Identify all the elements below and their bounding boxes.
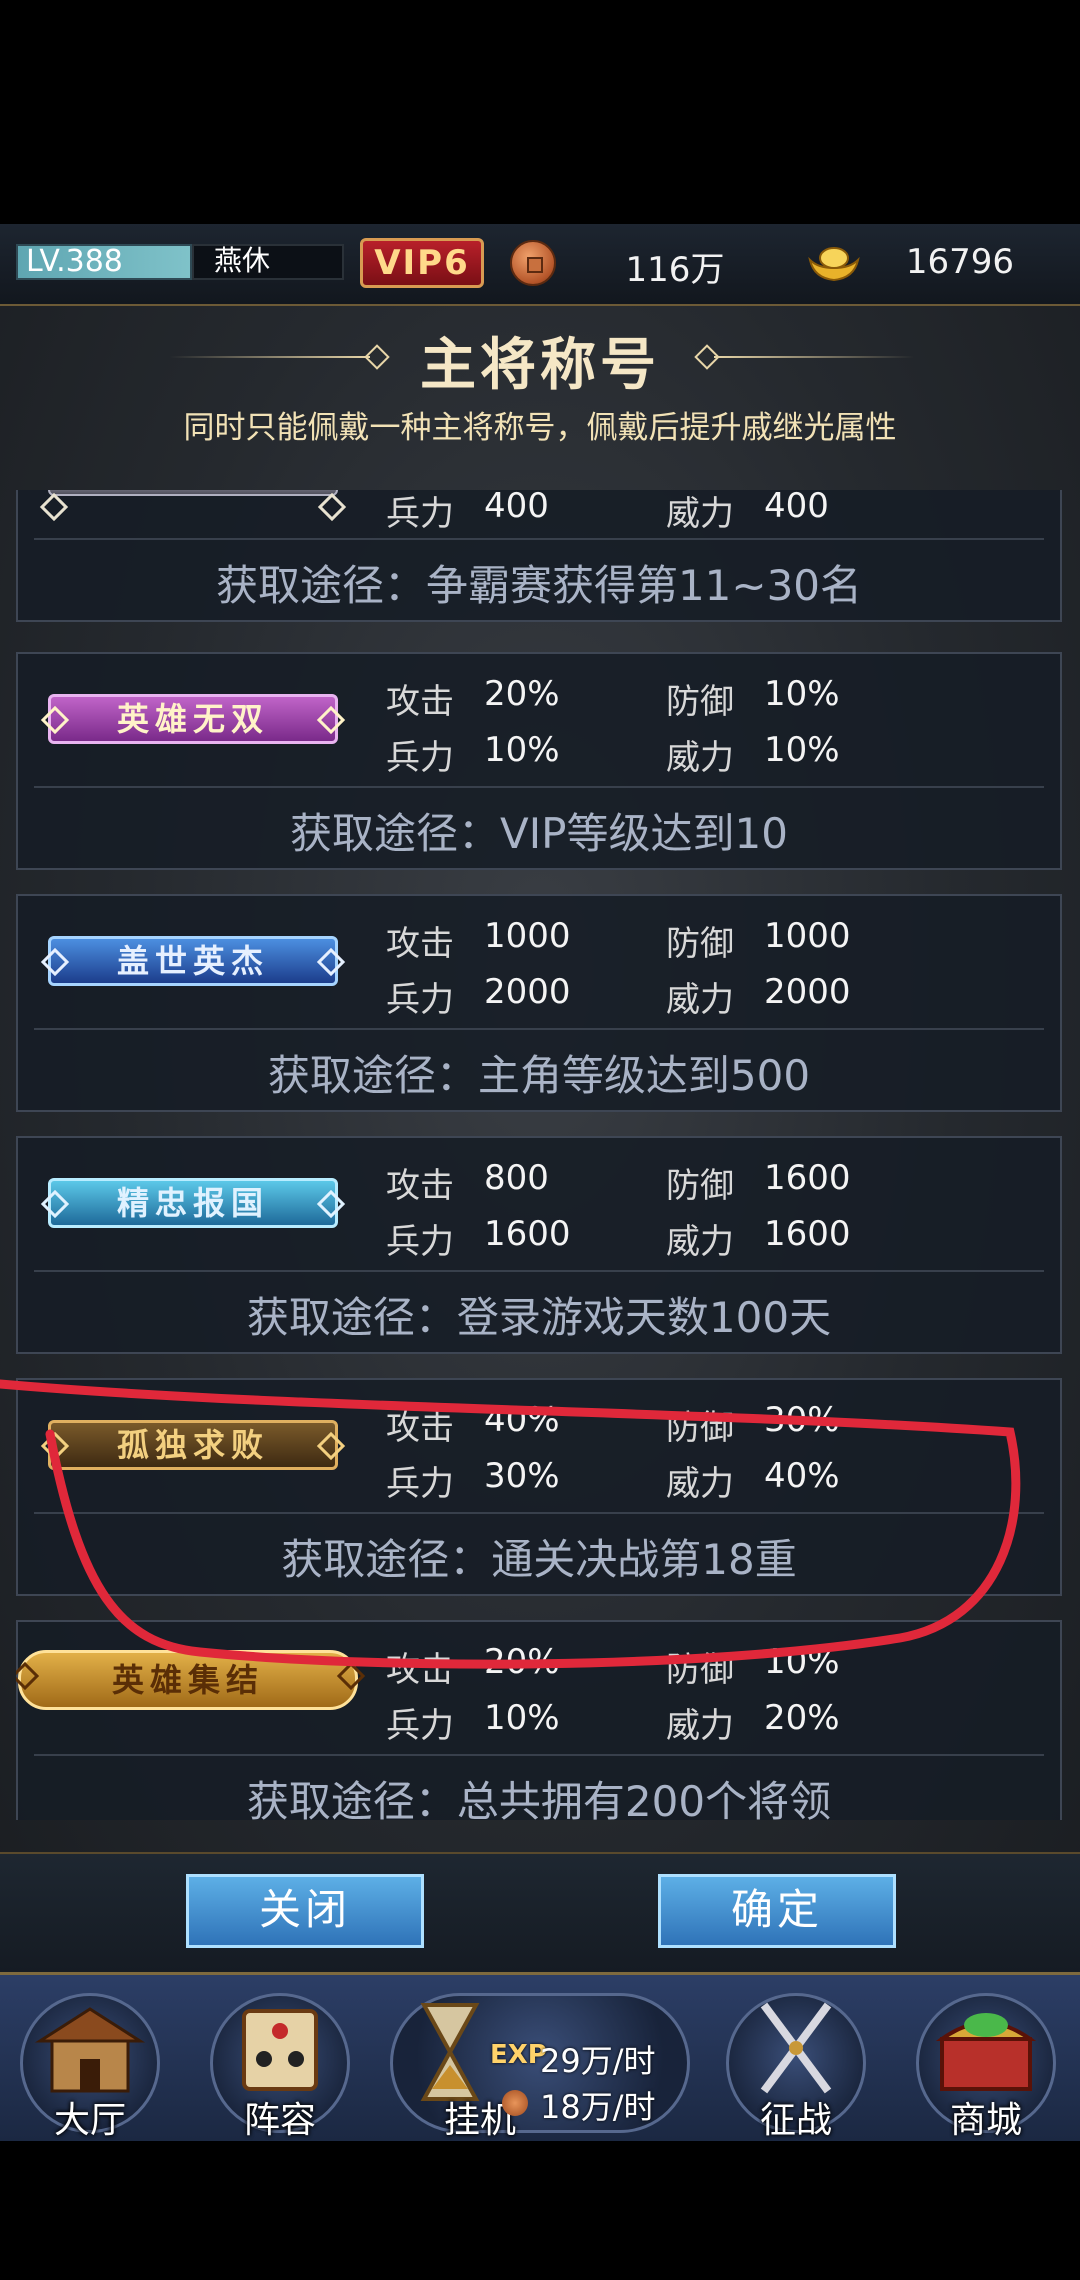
- stat-label: 兵力: [386, 980, 454, 1020]
- stat-label: 兵力: [386, 1222, 454, 1262]
- nav-shop[interactable]: 商城: [896, 1975, 1076, 2141]
- stat-label: 攻击: [386, 1408, 454, 1448]
- stat-value: 10%: [484, 730, 560, 770]
- card-divider: [34, 538, 1044, 540]
- title-ornament-right: [714, 356, 914, 358]
- stat-value: 1600: [484, 1214, 571, 1254]
- crossed-swords-icon: [760, 2002, 832, 2094]
- stat-label: 防御: [666, 924, 734, 964]
- title-badge: 英雄无双: [48, 694, 338, 744]
- title-card[interactable]: 英雄无双 攻击 20% 防御 10% 兵力 10% 威力 10% 获取途径：VI…: [16, 652, 1062, 870]
- title-source: 获取途径：通关决战第18重: [281, 1535, 797, 1584]
- nav-label: 大厅: [53, 2100, 126, 2141]
- stat-value: 400: [764, 490, 829, 526]
- stat-label: 防御: [666, 1650, 734, 1690]
- stat-label: 威力: [666, 1464, 734, 1504]
- card-divider: [34, 1270, 1044, 1272]
- title-card[interactable]: 兵力 400 威力 400 获取途径：争霸赛获得第11~30名: [16, 490, 1062, 622]
- status-bar: LV.388 燕休 VIP6 116万 16796: [0, 224, 1080, 307]
- title-card[interactable]: 孤独求败 攻击 40% 防御 30% 兵力 30% 威力 40% 获取途径：通关…: [16, 1378, 1062, 1596]
- title-card[interactable]: 英雄集结 攻击 20% 防御 10% 兵力 10% 威力 20% 获取途径：总共…: [16, 1620, 1062, 1820]
- stat-label: 攻击: [386, 1650, 454, 1690]
- stat-value: 20%: [484, 674, 560, 714]
- close-button[interactable]: 关闭: [186, 1874, 424, 1948]
- nav-hall[interactable]: 大厅: [0, 1975, 180, 2141]
- stat-value: 30%: [484, 1456, 560, 1496]
- exp-tag: EXP: [490, 2040, 547, 2070]
- coin-icon: [502, 2090, 528, 2116]
- coin-amount: 116万: [625, 250, 725, 290]
- card-divider: [34, 1028, 1044, 1030]
- card-divider: [34, 1754, 1044, 1756]
- panel-subtitle: 同时只能佩戴一种主将称号，佩戴后提升戚继光属性: [183, 410, 897, 446]
- stat-value: 40%: [484, 1400, 560, 1440]
- stat-label: 攻击: [386, 1166, 454, 1206]
- stat-value: 10%: [764, 1642, 840, 1682]
- stat-label: 威力: [666, 1222, 734, 1262]
- title-source: 获取途径：VIP等级达到10: [290, 809, 788, 858]
- stat-value: 1600: [764, 1214, 851, 1254]
- panel-title: 主将称号: [420, 333, 660, 398]
- stat-value: 1000: [484, 916, 571, 956]
- stat-value: 1600: [764, 1158, 851, 1198]
- stat-value: 30%: [764, 1400, 840, 1440]
- stat-value: 1000: [764, 916, 851, 956]
- title-source: 获取途径：登录游戏天数100天: [246, 1293, 832, 1342]
- stat-label: 防御: [666, 1408, 734, 1448]
- stat-label: 兵力: [386, 738, 454, 778]
- gold-ingot-icon: [808, 247, 860, 282]
- stat-value: 10%: [764, 730, 840, 770]
- title-source: 获取途径：主角等级达到500: [267, 1051, 811, 1100]
- lineup-icon: [242, 2009, 318, 2091]
- stat-value: 10%: [764, 674, 840, 714]
- exp-rate: 29万/时: [540, 2042, 656, 2080]
- nav-label: 征战: [759, 2100, 832, 2141]
- coin-icon: [510, 240, 556, 286]
- player-name: 燕休: [192, 244, 344, 280]
- vip-badge[interactable]: VIP6: [360, 238, 484, 288]
- treasure-chest-icon: [935, 2013, 1037, 2091]
- card-divider: [34, 1512, 1044, 1514]
- stat-label: 威力: [666, 1706, 734, 1746]
- player-level: LV.388: [16, 244, 192, 280]
- gold-amount: 16796: [905, 242, 1015, 282]
- stat-label: 兵力: [386, 1706, 454, 1746]
- stat-value: 10%: [484, 1698, 560, 1738]
- title-source: 获取途径：总共拥有200个将领: [246, 1777, 832, 1820]
- stat-label: 兵力: [386, 494, 454, 534]
- title-badge: 盖世英杰: [48, 936, 338, 986]
- title-card[interactable]: 精忠报国 攻击 800 防御 1600 兵力 1600 威力 1600 获取途径…: [16, 1136, 1062, 1354]
- coin-rate: 18万/时: [540, 2088, 656, 2126]
- hall-icon: [34, 2007, 146, 2093]
- stat-label: 攻击: [386, 682, 454, 722]
- nav-label: 商城: [949, 2100, 1022, 2141]
- nav-battle[interactable]: 征战: [706, 1975, 886, 2141]
- confirm-button[interactable]: 确定: [658, 1874, 896, 1948]
- stat-value: 400: [484, 490, 549, 526]
- stat-label: 兵力: [386, 1464, 454, 1504]
- title-badge-partial: [48, 490, 338, 496]
- title-badge: 精忠报国: [48, 1178, 338, 1228]
- stat-label: 防御: [666, 682, 734, 722]
- stat-value: 800: [484, 1158, 549, 1198]
- card-divider: [34, 786, 1044, 788]
- title-source: 获取途径：争霸赛获得第11~30名: [215, 561, 863, 610]
- title-badge: 孤独求败: [48, 1420, 338, 1470]
- button-bar: 关闭 确定: [0, 1852, 1080, 1972]
- stat-label: 防御: [666, 1166, 734, 1206]
- stat-label: 威力: [666, 738, 734, 778]
- stat-label: 威力: [666, 494, 734, 534]
- stat-value: 2000: [484, 972, 571, 1012]
- stat-value: 40%: [764, 1456, 840, 1496]
- stat-label: 威力: [666, 980, 734, 1020]
- stat-value: 20%: [484, 1642, 560, 1682]
- title-badge: 英雄集结: [18, 1650, 358, 1710]
- stat-value: 20%: [764, 1698, 840, 1738]
- stat-label: 攻击: [386, 924, 454, 964]
- title-card[interactable]: 盖世英杰 攻击 1000 防御 1000 兵力 2000 威力 2000 获取途…: [16, 894, 1062, 1112]
- stat-value: 2000: [764, 972, 851, 1012]
- title-list[interactable]: 兵力 400 威力 400 获取途径：争霸赛获得第11~30名 英雄无双 攻击 …: [16, 490, 1062, 1820]
